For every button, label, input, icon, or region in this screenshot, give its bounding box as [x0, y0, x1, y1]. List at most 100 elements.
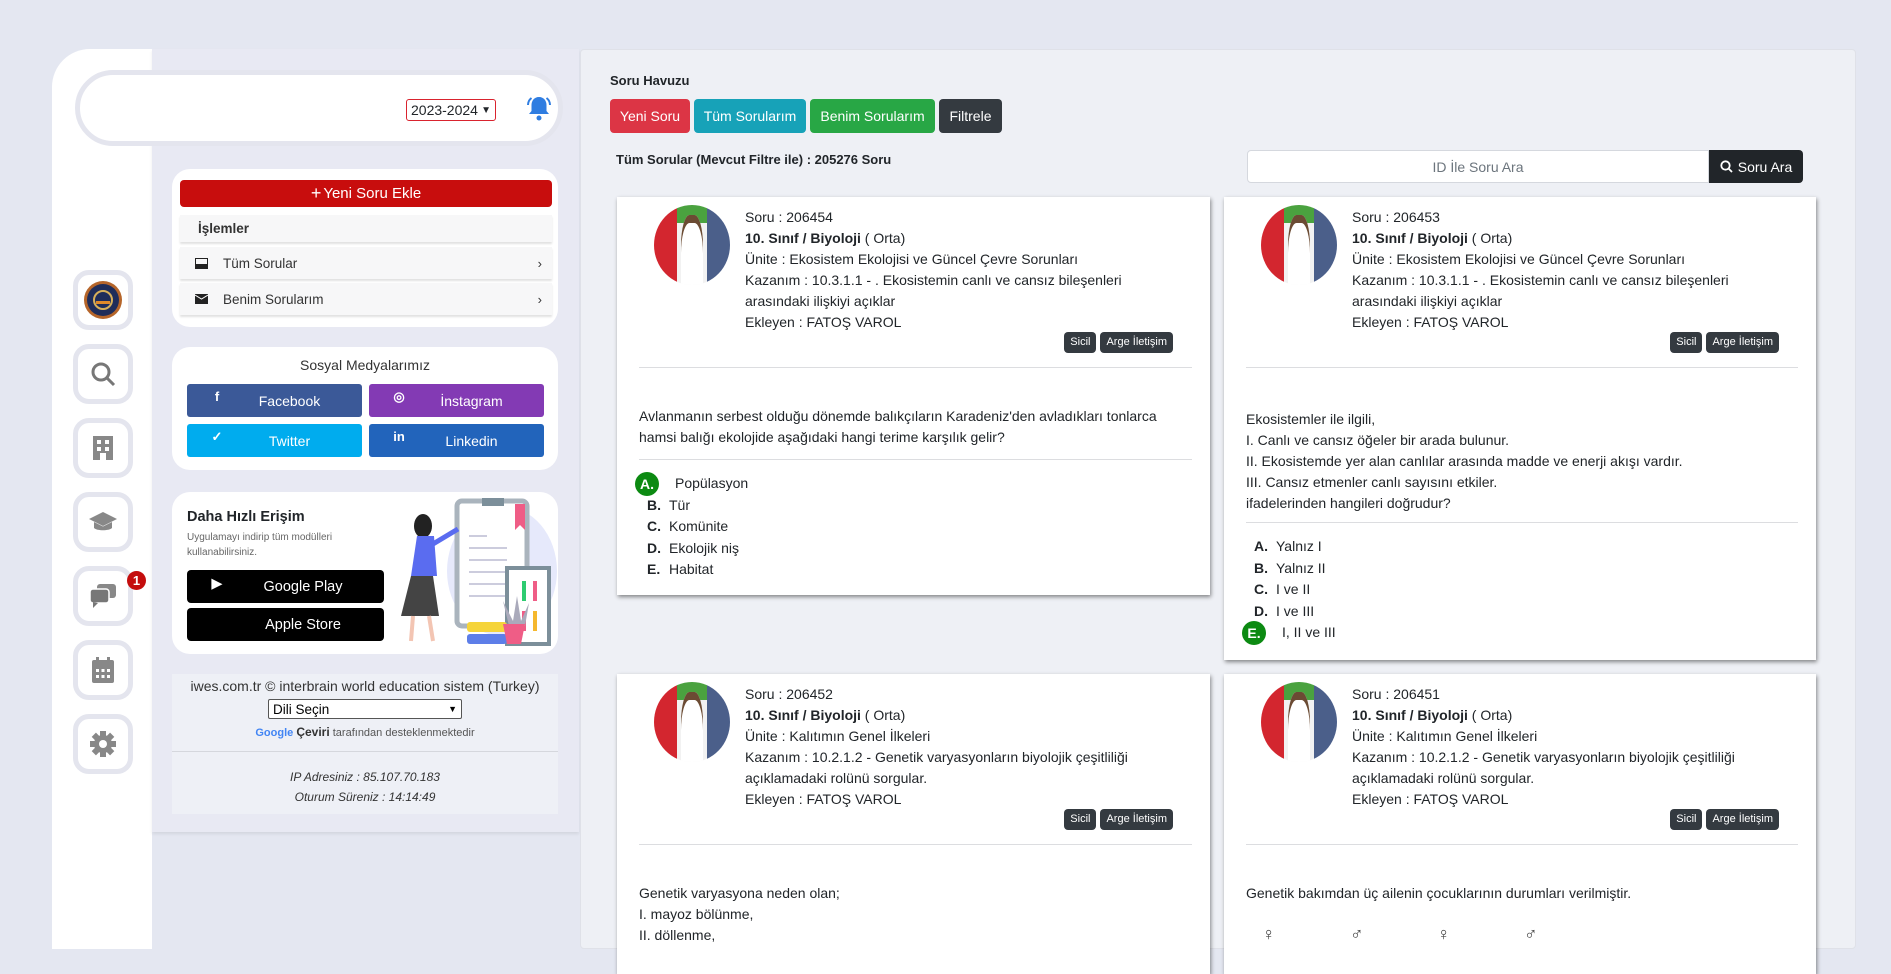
- year-value: 2023-2024: [411, 102, 478, 118]
- question-card: Soru : 206452 10. Sınıf / Biyoloji ( Ort…: [617, 674, 1210, 974]
- question-level: ( Orta): [860, 230, 906, 246]
- question-id: Soru : 206453: [1352, 209, 1440, 225]
- inbox-icon: [195, 257, 209, 269]
- divider: [1246, 522, 1798, 523]
- record-button[interactable]: Sicil: [1670, 332, 1703, 353]
- search-button[interactable]: Soru Ara: [1709, 150, 1803, 183]
- record-button[interactable]: Sicil: [1064, 809, 1097, 830]
- instagram-button[interactable]: ◎ İnstagram: [369, 384, 544, 417]
- search-zoom-icon: [91, 362, 116, 387]
- contact-button[interactable]: Arge İletişim: [1706, 809, 1779, 830]
- option-text: Ekolojik niş: [669, 539, 740, 556]
- question-author: Ekleyen : FATOŞ VAROL: [1352, 314, 1509, 330]
- sidebar-messages[interactable]: [73, 566, 133, 626]
- all-my-questions-button[interactable]: Tüm Sorularım: [694, 99, 806, 133]
- sidebar-calendar[interactable]: [73, 640, 133, 700]
- twitter-button[interactable]: ✓ Twitter: [187, 424, 362, 457]
- session-duration: Oturum Süreniz : 14:14:49: [294, 790, 436, 804]
- calendar-icon: [92, 657, 114, 683]
- question-outcome: Kazanım : 10.2.1.2 - Genetik varyasyonla…: [1352, 749, 1735, 786]
- search-input[interactable]: ID İle Soru Ara: [1247, 150, 1709, 183]
- google-translate-credit[interactable]: Google Çeviri tarafından desteklenmekted…: [172, 725, 558, 739]
- question-text: Ekosistemler ile ilgili, I. Canlı ve cans…: [1246, 355, 1798, 514]
- question-text: Genetik bakımdan üç ailenin çocuklarının…: [1246, 835, 1798, 904]
- record-button[interactable]: Sicil: [1064, 332, 1097, 353]
- gear-icon: [90, 731, 116, 757]
- sidebar-logo[interactable]: [73, 270, 133, 330]
- ip-address: IP Adresiniz : 85.107.70.183: [290, 770, 440, 784]
- answer-option: A. Yalnız I: [1242, 536, 1336, 558]
- question-text: Avlanmanın serbest olduğu dönemde balıkç…: [639, 358, 1192, 448]
- question-count: Tüm Sorular (Mevcut Filtre ile) : 205276…: [616, 152, 892, 167]
- question-unit: Ünite : Ekosistem Ekolojisi ve Güncel Çe…: [745, 251, 1079, 267]
- year-select[interactable]: 2023-2024 ▼: [406, 99, 496, 121]
- new-question-button[interactable]: Yeni Soru: [610, 99, 690, 133]
- option-letter: C.: [1254, 581, 1268, 598]
- contact-button[interactable]: Arge İletişim: [1706, 332, 1779, 353]
- contact-button[interactable]: Arge İletişim: [1100, 809, 1173, 830]
- facebook-button[interactable]: f Facebook: [187, 384, 362, 417]
- instagram-label: İnstagram: [440, 392, 503, 409]
- apple-store-button[interactable]: Apple Store: [187, 608, 384, 641]
- question-text-line: II. döllenme,: [639, 927, 716, 943]
- actions-card: + Yeni Soru Ekle İşlemler Tüm Sorular › Be…: [172, 169, 558, 327]
- sidebar-education[interactable]: [73, 492, 133, 552]
- option-letter: A.: [1254, 538, 1268, 555]
- answer-option: D. I ve III: [1242, 601, 1336, 623]
- question-unit: Ünite : Kalıtımın Genel İlkeleri: [1352, 728, 1538, 744]
- building-icon: [93, 436, 113, 460]
- question-subject-line: 10. Sınıf / Biyoloji ( Orta): [745, 705, 1185, 726]
- question-card: Soru : 206453 10. Sınıf / Biyoloji ( Ort…: [1224, 197, 1816, 660]
- notification-badge: 1: [127, 571, 146, 590]
- facebook-icon: f: [214, 389, 220, 404]
- question-outcome: Kazanım : 10.2.1.2 - Genetik varyasyonla…: [745, 749, 1128, 786]
- menu-item-all-questions[interactable]: Tüm Sorular ›: [180, 247, 552, 279]
- menu-item-my-questions[interactable]: Benim Sorularım ›: [180, 283, 552, 315]
- sidebar-search[interactable]: [73, 344, 133, 404]
- add-question-button[interactable]: + Yeni Soru Ekle: [180, 180, 552, 207]
- play-icon: ▶: [211, 575, 223, 592]
- answer-option: B. Tür: [635, 495, 748, 517]
- menu-label: Tüm Sorular: [223, 255, 298, 271]
- question-subject-line: 10. Sınıf / Biyoloji ( Orta): [745, 228, 1185, 249]
- contact-button[interactable]: Arge İletişim: [1100, 332, 1173, 353]
- question-meta: Soru : 206452 10. Sınıf / Biyoloji ( Ort…: [745, 684, 1185, 810]
- bell-icon[interactable]: [524, 93, 554, 123]
- question-author: Ekleyen : FATOŞ VAROL: [745, 314, 902, 330]
- question-id: Soru : 206452: [745, 686, 833, 702]
- question-level: ( Orta): [1467, 707, 1513, 723]
- filter-button[interactable]: Filtrele: [939, 99, 1002, 133]
- app-title: Daha Hızlı Erişim: [187, 509, 305, 525]
- actions-section-title: İşlemler: [180, 215, 552, 242]
- question-text-line: ifadelerinden hangileri doğrudur?: [1246, 495, 1451, 511]
- chevron-right-icon: ›: [537, 291, 542, 307]
- option-letter: C.: [647, 518, 661, 535]
- search-placeholder: ID İle Soru Ara: [1432, 158, 1524, 175]
- chevron-down-icon: ▼: [448, 704, 457, 714]
- question-subject: 10. Sınıf / Biyoloji: [745, 230, 861, 246]
- language-select[interactable]: Dili Seçin ▼: [268, 699, 462, 719]
- option-letter: E.: [647, 561, 661, 578]
- question-outcome: Kazanım : 10.3.1.1 - . Ekosistemin canlı…: [745, 272, 1122, 309]
- sidebar-institution[interactable]: [73, 418, 133, 478]
- graduation-cap-icon: [89, 512, 117, 531]
- my-questions-button[interactable]: Benim Sorularım: [810, 99, 935, 133]
- question-meta: Soru : 206453 10. Sınıf / Biyoloji ( Ort…: [1352, 207, 1792, 333]
- button-label: Filtrele: [949, 108, 992, 124]
- question-card: Soru : 206454 10. Sınıf / Biyoloji ( Ort…: [617, 197, 1210, 595]
- record-button[interactable]: Sicil: [1670, 809, 1703, 830]
- option-text: Komünite: [669, 518, 729, 535]
- google-play-button[interactable]: ▶ Google Play: [187, 570, 384, 603]
- question-subject: 10. Sınıf / Biyoloji: [1352, 707, 1468, 723]
- linkedin-icon: in: [393, 429, 405, 444]
- apple-store-label: Apple Store: [265, 616, 341, 633]
- sidebar-settings[interactable]: [73, 714, 133, 774]
- social-media-card: Sosyal Medyalarımız f Facebook ◎ İnstagram…: [172, 347, 558, 470]
- question-unit: Ünite : Kalıtımın Genel İlkeleri: [745, 728, 931, 744]
- question-text-line: II. Ekosistemde yer alan canlılar arasın…: [1246, 453, 1683, 469]
- question-level: ( Orta): [1467, 230, 1513, 246]
- divider: [639, 459, 1192, 460]
- linkedin-button[interactable]: in Linkedin: [369, 424, 544, 457]
- question-subject-line: 10. Sınıf / Biyoloji ( Orta): [1352, 228, 1792, 249]
- question-subject-line: 10. Sınıf / Biyoloji ( Orta): [1352, 705, 1792, 726]
